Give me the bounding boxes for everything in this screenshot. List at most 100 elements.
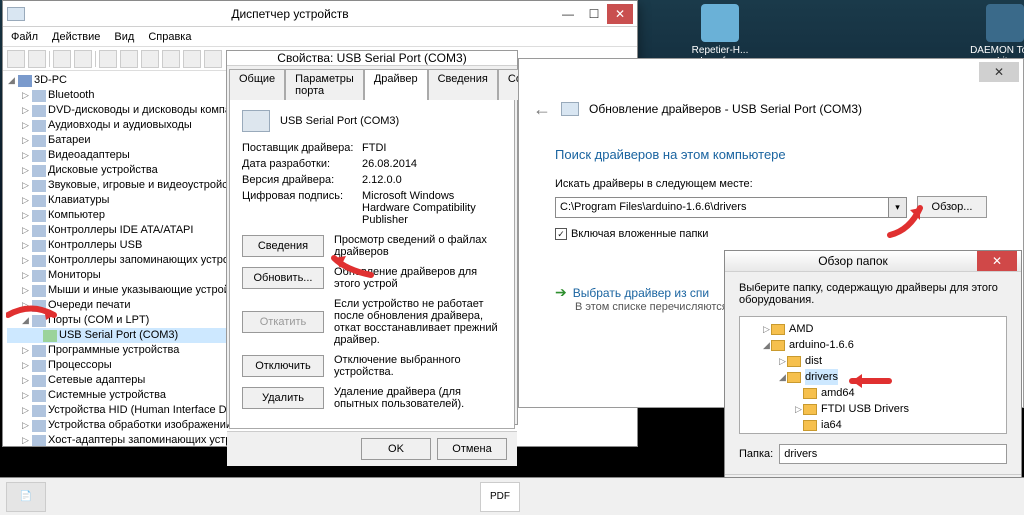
menu-file[interactable]: Файл: [11, 31, 38, 43]
tab-body: USB Serial Port (COM3) Поставщик драйвер…: [229, 99, 515, 429]
tool-button[interactable]: [162, 50, 180, 68]
desc: Если устройство не работает после обновл…: [334, 298, 502, 346]
label: Версия драйвера:: [242, 174, 362, 186]
close-button[interactable]: ✕: [977, 251, 1017, 271]
taskbar-item-pdf[interactable]: PDF: [480, 482, 520, 512]
value: Microsoft Windows Hardware Compatibility…: [362, 190, 502, 226]
app-icon: [701, 4, 739, 42]
close-button[interactable]: ✕: [979, 62, 1019, 82]
link-title: Выбрать драйвер из спи: [573, 286, 709, 300]
maximize-button[interactable]: ☐: [581, 4, 607, 24]
chevron-down-icon[interactable]: ▾: [889, 197, 907, 218]
tool-button[interactable]: [183, 50, 201, 68]
wizard-header: ← Обновление драйверов - USB Serial Port…: [519, 85, 1023, 133]
desc: Просмотр сведений о файлах драйверов: [334, 234, 502, 258]
folder-item[interactable]: ▷FTDI USB Drivers: [746, 401, 1000, 417]
node-label: Устройства обработки изображений: [48, 418, 232, 433]
node-label: Системные устройства: [48, 388, 166, 403]
desc: Обновление драйверов для этого устрой: [334, 266, 502, 290]
folder-tree[interactable]: ▷AMD◢arduino-1.6.6▷dist◢drivers amd64▷FT…: [739, 316, 1007, 434]
folder-icon: [787, 372, 801, 383]
label: Цифровая подпись:: [242, 190, 362, 226]
tool-button[interactable]: [141, 50, 159, 68]
folder-input[interactable]: [779, 444, 1007, 464]
tool-button[interactable]: [99, 50, 117, 68]
node-label: Порты (COM и LPT): [48, 313, 149, 328]
menubar: Файл Действие Вид Справка: [3, 27, 637, 47]
folder-item[interactable]: ◢drivers: [746, 369, 1000, 385]
folder-name: ia64: [821, 417, 842, 433]
tab-general[interactable]: Общие: [229, 69, 285, 100]
tab-driver[interactable]: Драйвер: [364, 69, 428, 100]
check-icon: ✓: [555, 228, 567, 240]
folder-icon: [803, 420, 817, 431]
field-label: Искать драйверы в следующем месте:: [555, 178, 987, 190]
window-title: Обзор папок: [729, 254, 977, 268]
disable-button[interactable]: Отключить: [242, 355, 324, 377]
folder-item[interactable]: amd64: [746, 385, 1000, 401]
browse-button[interactable]: Обзор...: [917, 196, 987, 218]
tool-button[interactable]: [53, 50, 71, 68]
folder-item[interactable]: ◢arduino-1.6.6: [746, 337, 1000, 353]
folder-name: drivers: [805, 369, 838, 385]
minimize-button[interactable]: —: [555, 4, 581, 24]
node-label: Аудиовходы и аудиовыходы: [48, 118, 192, 133]
cancel-button[interactable]: Отмена: [437, 438, 507, 460]
taskbar-item[interactable]: 📄: [6, 482, 46, 512]
app-icon: [986, 4, 1024, 42]
node-label: Мониторы: [48, 268, 101, 283]
close-button[interactable]: ✕: [607, 4, 633, 24]
include-subfolders-checkbox[interactable]: ✓ Включая вложенные папки: [555, 228, 987, 240]
folder-name: AMD: [789, 321, 813, 337]
folder-item[interactable]: ▷AMD: [746, 321, 1000, 337]
device-icon: [561, 102, 579, 116]
app-icon: [7, 7, 25, 21]
tool-button[interactable]: [120, 50, 138, 68]
folder-name: arduino-1.6.6: [789, 337, 854, 353]
node-label: Дисковые устройства: [48, 163, 158, 178]
value: 26.08.2014: [362, 158, 417, 170]
ok-button[interactable]: OK: [361, 438, 431, 460]
folder-icon: [771, 324, 785, 335]
node-label: DVD-дисководы и дисководы компа: [48, 103, 231, 118]
back-button[interactable]: [7, 50, 25, 68]
tool-button[interactable]: [204, 50, 222, 68]
node-label: Очереди печати: [48, 298, 131, 313]
node-label: Звуковые, игровые и видеоустройст: [48, 178, 233, 193]
details-button[interactable]: Сведения: [242, 235, 324, 257]
driver-path-input[interactable]: [555, 197, 889, 218]
device-name: USB Serial Port (COM3): [280, 115, 399, 127]
tool-button[interactable]: [74, 50, 92, 68]
driver-path-combo[interactable]: ▾: [555, 197, 907, 218]
browse-folder-dialog: Обзор папок ✕ Выберите папку, содержащую…: [724, 250, 1022, 510]
uninstall-button[interactable]: Удалить: [242, 387, 324, 409]
node-label: Видеоадаптеры: [48, 148, 130, 163]
menu-help[interactable]: Справка: [148, 31, 191, 43]
node-label: Процессоры: [48, 358, 112, 373]
node-label: Хост-адаптеры запоминающих устр: [48, 433, 231, 446]
fwd-button[interactable]: [28, 50, 46, 68]
rollback-button: Откатить: [242, 311, 324, 333]
menu-view[interactable]: Вид: [114, 31, 134, 43]
value: FTDI: [362, 142, 386, 154]
checkbox-label: Включая вложенные папки: [571, 228, 708, 240]
label: Дата разработки:: [242, 158, 362, 170]
window-title: Диспетчер устройств: [25, 7, 555, 21]
desc: Отключение выбранного устройства.: [334, 354, 502, 378]
update-driver-button[interactable]: Обновить...: [242, 267, 324, 289]
node-label: Bluetooth: [48, 88, 94, 103]
tab-details[interactable]: Сведения: [428, 69, 498, 100]
back-icon[interactable]: ←: [533, 99, 551, 120]
window-title: Свойства: USB Serial Port (COM3): [231, 51, 513, 65]
titlebar: Обзор папок ✕: [725, 251, 1021, 272]
folder-icon: [771, 340, 785, 351]
node-label: Мыши и иные указывающие устрой: [48, 283, 230, 298]
tab-port-settings[interactable]: Параметры порта: [285, 69, 364, 100]
node-label: USB Serial Port (COM3): [59, 328, 178, 343]
wizard-heading: Поиск драйверов на этом компьютере: [555, 147, 987, 162]
value: 2.12.0.0: [362, 174, 402, 186]
taskbar[interactable]: 📄 PDF: [0, 477, 1024, 515]
folder-item[interactable]: ia64: [746, 417, 1000, 433]
folder-item[interactable]: ▷dist: [746, 353, 1000, 369]
menu-action[interactable]: Действие: [52, 31, 100, 43]
